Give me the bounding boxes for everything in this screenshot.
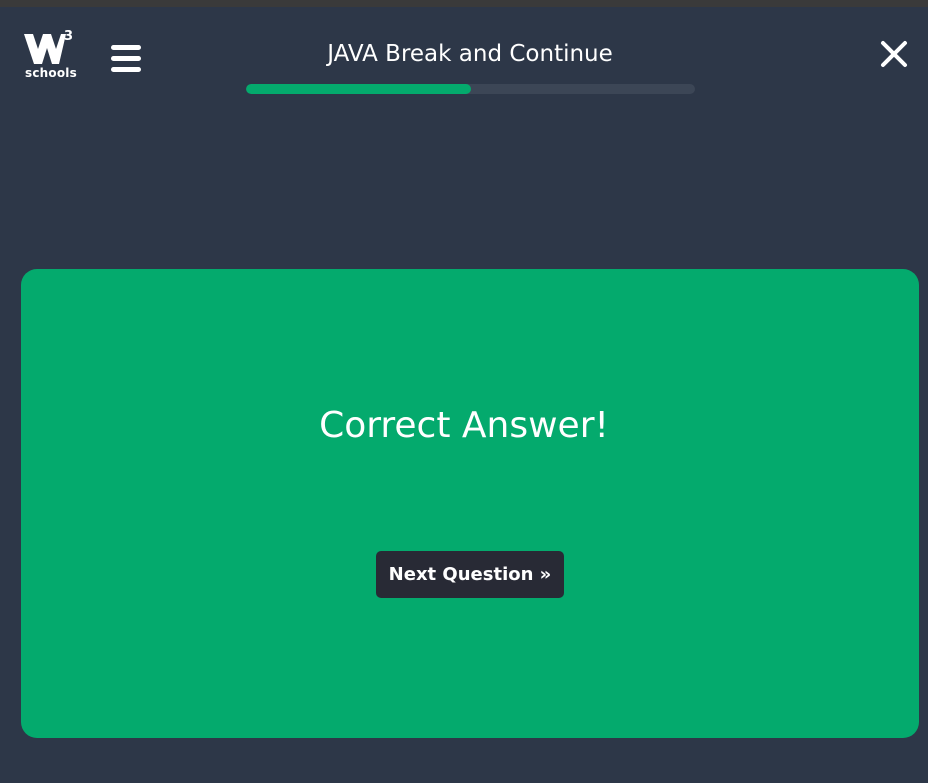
- quiz-progress-fill: [246, 84, 471, 94]
- w3-logo-mark-icon: [24, 34, 66, 64]
- quiz-progress-bar: [246, 84, 695, 94]
- result-card: [21, 269, 919, 738]
- next-question-button[interactable]: Next Question »: [376, 551, 564, 598]
- page-title: JAVA Break and Continue: [327, 41, 613, 67]
- close-icon[interactable]: [878, 38, 910, 70]
- logo-superscript: 3: [64, 29, 74, 44]
- w3schools-logo[interactable]: 3 schools: [24, 30, 80, 82]
- window-top-strip: [0, 0, 928, 7]
- logo-wordmark: schools: [25, 66, 77, 80]
- hamburger-menu-icon[interactable]: [108, 44, 144, 74]
- result-message: Correct Answer!: [319, 405, 609, 446]
